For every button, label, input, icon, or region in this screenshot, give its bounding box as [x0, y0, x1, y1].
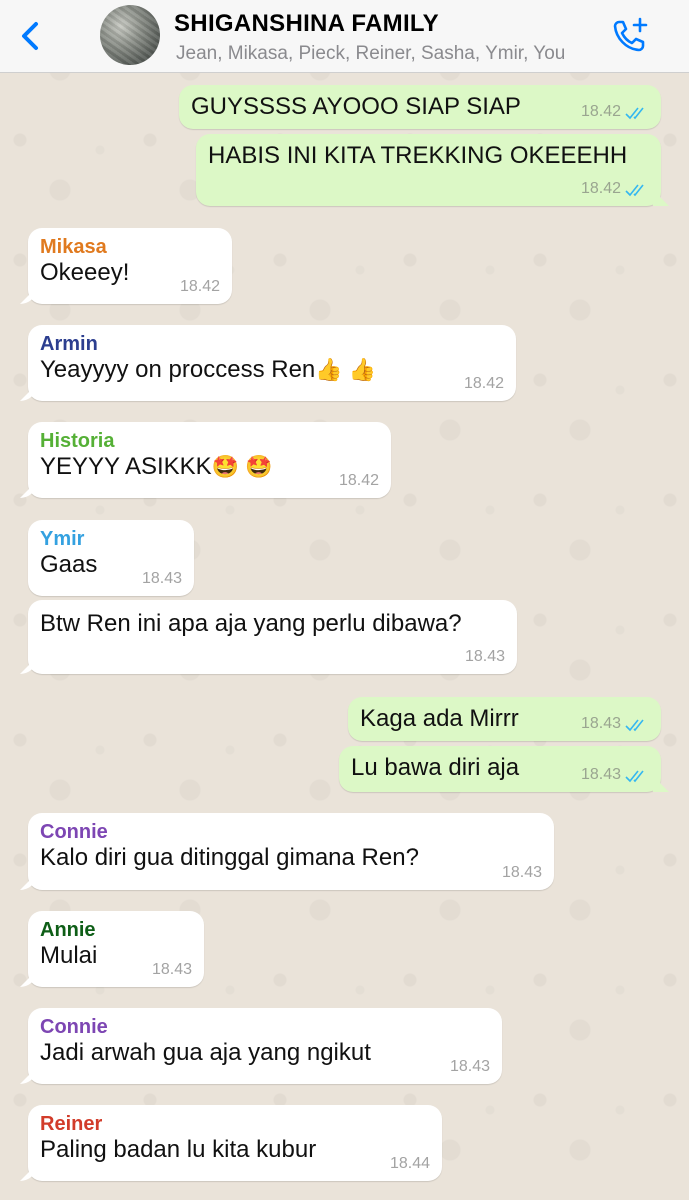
message-bubble-incoming[interactable]: Annie Mulai 18.43 [28, 911, 204, 987]
group-avatar[interactable] [100, 5, 160, 65]
add-call-icon[interactable] [610, 16, 650, 56]
message-bubble-outgoing[interactable]: GUYSSSS AYOOO SIAP SIAP 18.42 [179, 85, 661, 129]
message-bubble-outgoing[interactable]: Kaga ada Mirrr 18.43 [348, 697, 661, 741]
double-check-icon [625, 770, 644, 783]
message-text: GUYSSSS AYOOO SIAP SIAP [191, 93, 521, 120]
sender-name[interactable]: Annie [40, 919, 192, 942]
message-time: 18.43 [464, 648, 505, 665]
sender-name[interactable]: Ymir [40, 528, 182, 551]
message-time: 18.42 [338, 472, 379, 489]
message-bubble-incoming[interactable]: Btw Ren ini apa aja yang perlu dibawa? 1… [28, 600, 517, 674]
message-time: 18.43 [501, 864, 542, 881]
message-text: Paling badan lu kita kubur [40, 1136, 317, 1163]
message-text: Lu bawa diri aja [351, 754, 520, 781]
chevron-left-icon[interactable] [14, 18, 50, 54]
double-check-icon [625, 107, 644, 120]
sender-name[interactable]: Connie [40, 821, 542, 844]
message-text: Kaga ada Mirrr [360, 705, 519, 732]
message-time: 18.43 [449, 1058, 490, 1075]
message-bubble-incoming[interactable]: Historia YEYYY ASIKKK🤩 🤩 18.42 [28, 422, 391, 498]
message-text: YEYYY ASIKKK🤩 🤩 [40, 453, 273, 480]
message-time: 18.42 [463, 375, 504, 392]
message-text: Yeayyyy on proccess Ren👍 👍 [40, 356, 377, 383]
thumbs-up-emoji: 👍 👍 [315, 357, 377, 382]
message-text: HABIS INI KITA TREKKING OKEEEHH [208, 142, 628, 169]
message-bubble-outgoing[interactable]: HABIS INI KITA TREKKING OKEEEHH 18.42 [196, 134, 661, 206]
message-time: 18.43 [580, 766, 621, 783]
message-time: 18.43 [141, 570, 182, 587]
sender-name[interactable]: Mikasa [40, 236, 220, 259]
group-title[interactable]: SHIGANSHINA FAMILY [174, 10, 439, 38]
message-bubble-incoming[interactable]: Mikasa Okeeey! 18.42 [28, 228, 232, 304]
message-time: 18.42 [580, 180, 621, 197]
message-bubble-incoming[interactable]: Reiner Paling badan lu kita kubur 18.44 [28, 1105, 442, 1181]
message-text: Jadi arwah gua aja yang ngikut [40, 1039, 371, 1066]
message-time: 18.43 [151, 961, 192, 978]
message-bubble-incoming[interactable]: Connie Kalo diri gua ditinggal gimana Re… [28, 813, 554, 890]
message-text: Gaas [40, 551, 98, 578]
sender-name[interactable]: Reiner [40, 1113, 430, 1136]
group-members[interactable]: Jean, Mikasa, Pieck, Reiner, Sasha, Ymir… [176, 43, 565, 65]
message-time: 18.44 [389, 1155, 430, 1172]
message-bubble-incoming[interactable]: Ymir Gaas 18.43 [28, 520, 194, 596]
star-struck-emoji: 🤩 🤩 [211, 454, 273, 479]
sender-name[interactable]: Armin [40, 333, 504, 356]
chat-header: SHIGANSHINA FAMILY Jean, Mikasa, Pieck, … [0, 0, 689, 73]
double-check-icon [625, 184, 644, 197]
message-text: Kalo diri gua ditinggal gimana Ren? [40, 844, 419, 871]
message-text: Okeeey! [40, 259, 130, 286]
message-bubble-outgoing[interactable]: Lu bawa diri aja 18.43 [339, 746, 661, 792]
message-bubble-incoming[interactable]: Armin Yeayyyy on proccess Ren👍 👍 18.42 [28, 325, 516, 401]
sender-name[interactable]: Connie [40, 1016, 490, 1039]
message-text: Mulai [40, 942, 98, 969]
message-time: 18.43 [580, 715, 621, 732]
message-time: 18.42 [580, 103, 621, 120]
sender-name[interactable]: Historia [40, 430, 379, 453]
double-check-icon [625, 719, 644, 732]
message-bubble-incoming[interactable]: Connie Jadi arwah gua aja yang ngikut 18… [28, 1008, 502, 1084]
message-text: Btw Ren ini apa aja yang perlu dibawa? [40, 610, 462, 637]
message-time: 18.42 [179, 278, 220, 295]
